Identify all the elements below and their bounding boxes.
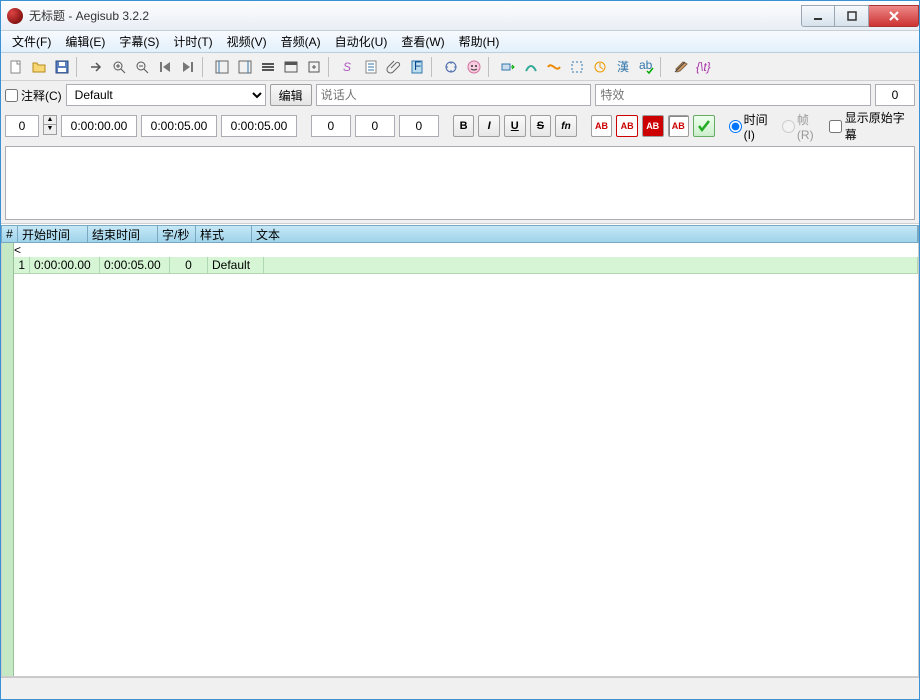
layer-down-icon[interactable]: ▼	[43, 125, 57, 135]
svg-text:{\t}: {\t}	[696, 60, 711, 74]
col-style[interactable]: 样式	[196, 226, 252, 242]
properties-icon[interactable]	[360, 56, 382, 78]
save-file-icon[interactable]	[51, 56, 73, 78]
show-original-checkbox[interactable]: 显示原始字幕	[829, 109, 915, 143]
maximize-button[interactable]	[835, 5, 869, 27]
strike-button[interactable]: S	[530, 115, 552, 137]
styles-manager-icon[interactable]: S	[337, 56, 359, 78]
menu-audio[interactable]: 音频(A)	[274, 31, 328, 52]
underline-button[interactable]: U	[504, 115, 526, 137]
primary-color-button[interactable]: AB	[591, 115, 613, 137]
menu-subs[interactable]: 字幕(S)	[112, 31, 166, 52]
style-combo[interactable]: Default	[66, 84, 266, 106]
zoom-out-icon[interactable]	[131, 56, 153, 78]
zoom-in-icon[interactable]	[108, 56, 130, 78]
menu-help[interactable]: 帮助(H)	[452, 31, 507, 52]
font-button[interactable]: fn	[555, 115, 577, 137]
menu-view[interactable]: 查看(W)	[394, 31, 451, 52]
menu-timing[interactable]: 计时(T)	[166, 31, 219, 52]
time-radio[interactable]: 时间(I)	[729, 111, 778, 142]
shadow-color-button[interactable]: AB	[668, 115, 690, 137]
svg-text:F: F	[414, 59, 421, 73]
assdraw-icon[interactable]	[463, 56, 485, 78]
snap-scene-icon[interactable]	[280, 56, 302, 78]
cell-cps: 0	[170, 257, 208, 273]
bold-button[interactable]: B	[453, 115, 475, 137]
frame-radio[interactable]: 帧(R)	[782, 111, 825, 142]
shift-times-icon[interactable]	[497, 56, 519, 78]
jump-icon[interactable]	[85, 56, 107, 78]
attachments-icon[interactable]	[383, 56, 405, 78]
grid-header: # 开始时间 结束时间 字/秒 样式 文本	[1, 225, 919, 243]
grid-body[interactable]: < 1 0:00:00.00 0:00:05.00 0 Default	[14, 243, 918, 676]
layer-field[interactable]	[5, 115, 39, 137]
new-file-icon[interactable]	[5, 56, 27, 78]
subtitle-text-input[interactable]	[5, 146, 915, 220]
subtitle-grid: # 开始时间 结束时间 字/秒 样式 文本 < 1 0:00:00.00 0:0…	[1, 224, 919, 677]
snap-start-icon[interactable]	[211, 56, 233, 78]
window-title: 无标题 - Aegisub 3.2.2	[29, 7, 801, 24]
video-jump-start-icon[interactable]	[154, 56, 176, 78]
actor-combo[interactable]	[316, 84, 592, 106]
cycle-tags-icon[interactable]: {\t}	[692, 56, 714, 78]
menubar: 文件(F) 编辑(E) 字幕(S) 计时(T) 视频(V) 音频(A) 自动化(…	[1, 31, 919, 53]
svg-text:S: S	[343, 60, 351, 74]
edit-style-button[interactable]: 编辑	[270, 84, 312, 106]
col-start[interactable]: 开始时间	[18, 226, 88, 242]
resample-icon[interactable]	[566, 56, 588, 78]
secondary-color-button[interactable]: AB	[616, 115, 638, 137]
cell-text	[264, 257, 918, 273]
col-text[interactable]: 文本	[252, 226, 918, 242]
italic-button[interactable]: I	[478, 115, 500, 137]
menu-video[interactable]: 视频(V)	[220, 31, 274, 52]
col-end[interactable]: 结束时间	[88, 226, 158, 242]
effect-combo[interactable]	[595, 84, 871, 106]
comment-checkbox[interactable]: 注释(C)	[5, 87, 62, 104]
cell-end: 0:00:05.00	[100, 257, 170, 273]
layer-up-icon[interactable]: ▲	[43, 115, 57, 125]
styling-assistant-icon[interactable]	[520, 56, 542, 78]
svg-text:漢: 漢	[617, 60, 629, 74]
timing-postprocessor-icon[interactable]	[589, 56, 611, 78]
select-visible-icon[interactable]	[257, 56, 279, 78]
margin-right-field[interactable]	[355, 115, 395, 137]
options-icon[interactable]	[669, 56, 691, 78]
minimize-button[interactable]	[801, 5, 835, 27]
edit-panel: 注释(C) Default 编辑 ▲ ▼ B I U S fn AB AB AB…	[1, 81, 919, 224]
end-time-field[interactable]	[141, 115, 217, 137]
menu-edit[interactable]: 编辑(E)	[58, 31, 112, 52]
margin-vert-field[interactable]	[399, 115, 439, 137]
grid-gutter	[2, 243, 14, 676]
video-jump-end-icon[interactable]	[177, 56, 199, 78]
comment-label: 注释(C)	[21, 87, 62, 104]
fonts-collector-icon[interactable]: F	[406, 56, 428, 78]
col-cps[interactable]: 字/秒	[158, 226, 196, 242]
spellcheck-icon[interactable]: ab	[635, 56, 657, 78]
automation-icon[interactable]	[440, 56, 462, 78]
close-button[interactable]	[869, 5, 919, 27]
toolbar: S F 漢 ab {\t}	[1, 53, 919, 81]
translation-assistant-icon[interactable]	[543, 56, 565, 78]
menu-file[interactable]: 文件(F)	[5, 31, 58, 52]
cell-num: 1	[14, 257, 30, 273]
margin-left-field[interactable]	[311, 115, 351, 137]
menu-automation[interactable]: 自动化(U)	[328, 31, 395, 52]
shift-scene-icon[interactable]	[303, 56, 325, 78]
chars-count[interactable]	[875, 84, 915, 106]
snap-end-icon[interactable]	[234, 56, 256, 78]
app-icon	[7, 8, 23, 24]
start-time-field[interactable]	[61, 115, 137, 137]
outline-color-button[interactable]: AB	[642, 115, 664, 137]
col-number[interactable]: #	[2, 226, 18, 242]
duration-field[interactable]	[221, 115, 297, 137]
status-bar	[1, 677, 919, 699]
commit-button[interactable]	[693, 115, 715, 137]
open-file-icon[interactable]	[28, 56, 50, 78]
cell-style: Default	[208, 257, 264, 273]
table-row[interactable]: 1 0:00:00.00 0:00:05.00 0 Default	[14, 257, 918, 274]
titlebar: 无标题 - Aegisub 3.2.2	[1, 1, 919, 31]
cell-start: 0:00:00.00	[30, 257, 100, 273]
kanji-timer-icon[interactable]: 漢	[612, 56, 634, 78]
